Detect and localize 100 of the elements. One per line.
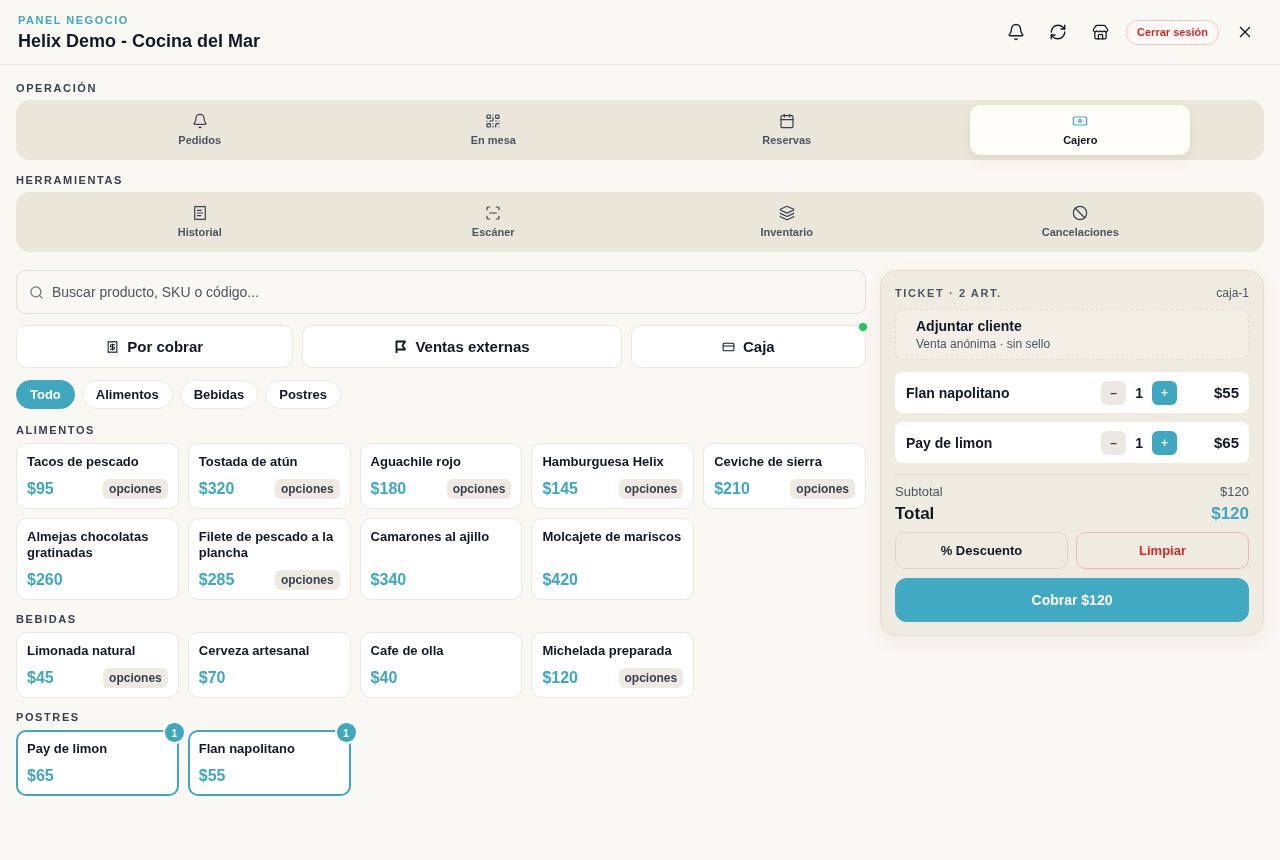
product-price: $420 <box>542 570 578 590</box>
attach-customer-button[interactable]: Adjuntar cliente Venta anónima · sin sello <box>895 309 1249 360</box>
bell-icon <box>191 113 208 129</box>
product-price: $145 <box>542 479 578 499</box>
item-name: Flan napolitano <box>906 384 1010 401</box>
product-card[interactable]: Michelada preparada $120 opciones <box>531 632 695 698</box>
decrement-button[interactable]: – <box>1101 430 1127 455</box>
product-card[interactable]: Aguachile rojo $180 opciones <box>359 443 523 509</box>
quick-action-button[interactable]: Caja <box>630 325 866 368</box>
bell-icon[interactable] <box>1007 23 1026 41</box>
ticket-title: TICKET · 2 ART. <box>895 287 1002 299</box>
nav-tab[interactable]: Cancelaciones <box>970 197 1191 247</box>
banknote-icon <box>1072 113 1089 129</box>
product-price: $340 <box>370 570 407 590</box>
receipt-icon <box>191 205 208 221</box>
search-field[interactable]: Buscar producto, SKU o código... <box>16 270 866 314</box>
product-price: $260 <box>27 570 63 590</box>
product-card[interactable]: Filete de pescado a la plancha $285 opciones <box>187 518 351 600</box>
decrement-button[interactable]: – <box>1101 380 1127 405</box>
product-name: Filete de pescado a la plancha <box>198 529 335 561</box>
product-card[interactable]: Ceviche de sierra $210 opciones <box>703 443 866 509</box>
product-name: Michelada preparada <box>542 643 672 659</box>
scan-icon <box>485 205 502 221</box>
product-name: Cerveza artesanal <box>198 643 310 659</box>
product-card[interactable]: Cafe de olla $40 <box>359 632 523 698</box>
product-name: Cafe de olla <box>370 643 444 659</box>
section-label: OPERACIÓN <box>16 81 98 95</box>
quick-action-button[interactable]: Por cobrar <box>16 325 294 368</box>
category-label: ALIMENTOS <box>16 423 95 437</box>
store-icon[interactable] <box>1091 23 1109 41</box>
product-price: $65 <box>27 766 54 786</box>
product-price: $285 <box>198 570 235 590</box>
clear-button[interactable]: Limpiar <box>1076 532 1249 569</box>
options-tag[interactable]: opciones <box>103 668 168 688</box>
discount-button[interactable]: % Descuento <box>895 532 1068 569</box>
item-name: Pay de limon <box>906 434 993 451</box>
item-quantity: 1 <box>1135 384 1143 401</box>
nav-tab[interactable]: Reservas <box>676 105 897 155</box>
product-name: Flan napolitano <box>198 741 295 757</box>
filter-chip[interactable]: Postres <box>265 380 341 409</box>
section-label: HERRAMIENTAS <box>16 173 123 187</box>
layers-icon <box>778 205 795 221</box>
nav-tab[interactable]: Historial <box>89 197 310 247</box>
panel-eyebrow: PANEL NEGOCIO <box>18 13 129 27</box>
product-name: Almejas chocolatas gratinadas <box>27 529 150 561</box>
product-card[interactable]: Limonada natural $45 opciones <box>16 632 179 698</box>
options-tag[interactable]: opciones <box>274 479 340 499</box>
options-tag[interactable]: opciones <box>790 479 855 499</box>
receipt-icon <box>106 339 120 354</box>
product-name: Aguachile rojo <box>370 454 461 470</box>
calendar-icon <box>778 113 795 129</box>
page-title: Helix Demo - Cocina del Mar <box>18 30 261 52</box>
product-name: Limonada natural <box>27 643 136 659</box>
quick-action-button[interactable]: Ventas externas <box>302 325 622 368</box>
filter-chip[interactable]: Alimentos <box>81 380 173 409</box>
product-price: $180 <box>370 479 407 499</box>
product-name: Tostada de atún <box>198 454 298 470</box>
subtotal-label: Subtotal <box>895 484 943 500</box>
product-name: Camarones al ajillo <box>370 529 490 545</box>
product-price: $45 <box>27 668 54 688</box>
product-price: $55 <box>198 766 226 786</box>
customer-title: Adjuntar cliente <box>916 318 1022 335</box>
total-label: Total <box>895 503 935 525</box>
product-card[interactable]: Cerveza artesanal $70 <box>187 632 351 698</box>
options-tag[interactable]: opciones <box>618 668 684 688</box>
product-price: $95 <box>27 479 54 499</box>
product-price: $210 <box>714 479 750 499</box>
quantity-badge: 1 <box>164 723 184 742</box>
refresh-icon[interactable] <box>1049 23 1068 41</box>
total-value: $120 <box>1211 503 1249 525</box>
quantity-badge: 1 <box>336 723 356 742</box>
product-price: $120 <box>542 668 578 688</box>
product-name: Tacos de pescado <box>27 454 139 470</box>
product-card[interactable]: Hamburguesa Helix $145 opciones <box>531 443 695 509</box>
options-tag[interactable]: opciones <box>618 479 684 499</box>
category-label: BEBIDAS <box>16 612 77 626</box>
product-name: Hamburguesa Helix <box>542 454 664 470</box>
item-price: $55 <box>1213 384 1239 401</box>
nav-tab[interactable]: Pedidos <box>89 105 310 155</box>
logout-button[interactable]: Cerrar sesión <box>1126 19 1219 45</box>
options-tag[interactable]: opciones <box>446 479 512 499</box>
options-tag[interactable]: opciones <box>103 479 168 499</box>
product-card[interactable]: Tostada de atún $320 opciones <box>187 443 351 509</box>
product-card[interactable]: Almejas chocolatas gratinadas $260 <box>16 518 179 600</box>
nav-tab[interactable]: Inventario <box>676 197 897 247</box>
category-label: POSTRES <box>16 710 80 724</box>
item-price: $65 <box>1213 434 1239 451</box>
item-quantity: 1 <box>1135 434 1143 451</box>
nav-tab[interactable]: Cajero <box>970 105 1191 155</box>
nav-tab[interactable]: En mesa <box>383 105 604 155</box>
subtotal-value: $120 <box>1220 484 1249 500</box>
product-card[interactable]: Camarones al ajillo $340 <box>359 518 523 600</box>
nav-tab[interactable]: Escáner <box>383 197 604 247</box>
filter-chip[interactable]: Bebidas <box>179 380 259 409</box>
ban-icon <box>1072 205 1089 221</box>
product-card[interactable]: Molcajete de mariscos $420 <box>531 518 695 600</box>
customer-subtitle: Venta anónima · sin sello <box>916 337 1051 351</box>
product-card[interactable]: Tacos de pescado $95 opciones <box>16 443 179 509</box>
options-tag[interactable]: opciones <box>274 570 340 590</box>
product-price: $40 <box>370 668 398 688</box>
